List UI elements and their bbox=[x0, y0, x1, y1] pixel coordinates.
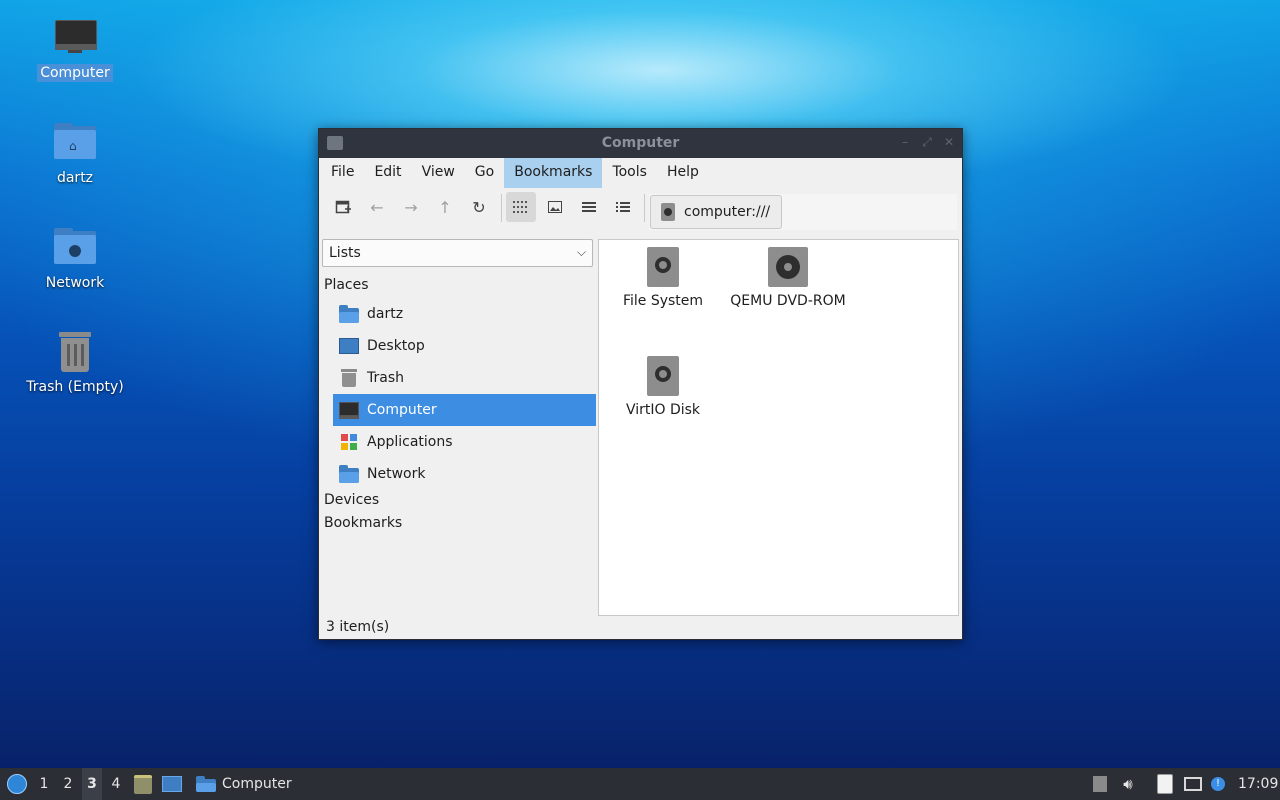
sidebar-item-applications[interactable]: Applications bbox=[333, 426, 596, 458]
update-notifier-icon[interactable]: ! bbox=[1208, 768, 1228, 800]
desktop-icon-trash[interactable]: Trash (Empty) bbox=[15, 332, 135, 396]
sidebar-item-network[interactable]: Network bbox=[333, 458, 596, 490]
dvd-icon bbox=[768, 247, 808, 287]
chevron-down-icon: ⌵ bbox=[576, 245, 586, 259]
up-arrow-icon[interactable]: ↑ bbox=[430, 192, 460, 222]
home-folder-icon bbox=[339, 305, 359, 323]
close-icon[interactable]: ✕ bbox=[942, 135, 956, 149]
menu-edit[interactable]: Edit bbox=[364, 158, 411, 188]
sidebar-item-label: dartz bbox=[367, 306, 404, 322]
location-button[interactable]: computer:/// bbox=[650, 195, 782, 229]
harddisk-icon bbox=[661, 203, 675, 221]
harddisk-icon bbox=[647, 356, 679, 396]
desktop-icon-network[interactable]: Network bbox=[15, 228, 135, 292]
sidebar-item-label: Desktop bbox=[367, 338, 425, 354]
eject-icon[interactable] bbox=[1090, 768, 1110, 800]
task-button-computer[interactable]: Computer bbox=[192, 768, 296, 800]
sidebar-item-label: Network bbox=[367, 466, 426, 482]
compact-view-icon[interactable] bbox=[574, 192, 604, 222]
thumbnail-view-icon[interactable] bbox=[540, 192, 570, 222]
workspace-4[interactable]: 4 bbox=[106, 768, 126, 800]
network-status-icon[interactable] bbox=[1182, 768, 1204, 800]
clipboard-icon[interactable] bbox=[1155, 768, 1175, 800]
app-menu-icon[interactable] bbox=[6, 768, 28, 800]
bookmarks-heading[interactable]: Bookmarks bbox=[324, 515, 402, 531]
network-folder-icon bbox=[54, 228, 96, 264]
sidebar-item-dartz[interactable]: dartz bbox=[333, 298, 596, 330]
toolbar-separator bbox=[644, 194, 645, 222]
network-folder-icon bbox=[339, 465, 359, 483]
desktop-icon-label: Network bbox=[45, 275, 105, 291]
file-item-qemu-dvd-rom[interactable]: QEMU DVD-ROM bbox=[723, 247, 853, 309]
desktop-icon-dartz[interactable]: ⌂ dartz bbox=[15, 123, 135, 187]
minimize-icon[interactable]: – bbox=[898, 135, 912, 149]
toolbar-separator bbox=[501, 194, 502, 222]
sidebar-item-label: Computer bbox=[367, 402, 437, 418]
desktop-icon-label: Computer bbox=[37, 64, 113, 82]
file-manager-window: Computer – ⤢ ✕ File Edit View Go Bookmar… bbox=[318, 128, 963, 640]
menu-bar: File Edit View Go Bookmarks Tools Help bbox=[319, 158, 962, 188]
reload-icon[interactable]: ↻ bbox=[464, 192, 494, 222]
file-view[interactable]: File System QEMU DVD-ROM VirtIO Disk bbox=[598, 239, 959, 616]
sidebar-item-label: Trash bbox=[367, 370, 404, 386]
folder-icon bbox=[196, 776, 216, 792]
volume-icon[interactable]: 🔊︎ bbox=[1118, 768, 1138, 800]
file-item-label: VirtIO Disk bbox=[625, 402, 701, 418]
menu-bookmarks[interactable]: Bookmarks bbox=[504, 158, 603, 188]
computer-icon bbox=[54, 18, 97, 60]
sidebar: Lists ⌵ Places dartz Desktop Trash Compu… bbox=[321, 239, 596, 617]
workspace-2[interactable]: 2 bbox=[58, 768, 78, 800]
desktop-icon bbox=[339, 337, 359, 355]
sidebar-item-trash[interactable]: Trash bbox=[333, 362, 596, 394]
sidebar-item-computer[interactable]: Computer bbox=[333, 394, 596, 426]
file-item-file-system[interactable]: File System bbox=[615, 247, 711, 309]
clock[interactable]: 17:09 bbox=[1238, 768, 1278, 800]
sidebar-mode-select[interactable]: Lists ⌵ bbox=[322, 239, 593, 267]
menu-file[interactable]: File bbox=[321, 158, 364, 188]
desktop-icon-label: Trash (Empty) bbox=[26, 379, 124, 395]
menu-view[interactable]: View bbox=[412, 158, 465, 188]
file-manager-launcher-icon[interactable] bbox=[134, 768, 154, 800]
workspace-3[interactable]: 3 bbox=[82, 768, 102, 800]
trash-icon bbox=[339, 369, 359, 387]
file-item-label: QEMU DVD-ROM bbox=[730, 293, 846, 309]
forward-arrow-icon[interactable]: → bbox=[396, 192, 426, 222]
window-title: Computer bbox=[601, 135, 680, 151]
desktop-icon-label: dartz bbox=[56, 170, 94, 186]
file-item-label: File System bbox=[622, 293, 704, 309]
workspace-1[interactable]: 1 bbox=[34, 768, 54, 800]
file-item-virtio-disk[interactable]: VirtIO Disk bbox=[615, 356, 711, 418]
harddisk-icon bbox=[647, 247, 679, 287]
detailed-list-view-icon[interactable] bbox=[608, 192, 638, 222]
devices-heading[interactable]: Devices bbox=[324, 492, 379, 508]
back-arrow-icon[interactable]: ← bbox=[362, 192, 392, 222]
maximize-icon[interactable]: ⤢ bbox=[920, 135, 934, 149]
home-folder-icon: ⌂ bbox=[54, 123, 96, 159]
new-tab-icon[interactable] bbox=[328, 192, 358, 222]
task-button-label: Computer bbox=[222, 776, 292, 792]
applications-icon bbox=[339, 433, 359, 451]
taskbar: 1 2 3 4 Computer 🔊︎ ! 17:09 bbox=[0, 768, 1280, 800]
trash-icon bbox=[54, 332, 96, 374]
computer-icon bbox=[339, 401, 359, 419]
menu-go[interactable]: Go bbox=[465, 158, 504, 188]
menu-help[interactable]: Help bbox=[657, 158, 709, 188]
desktop-icon-computer[interactable]: Computer bbox=[15, 18, 135, 82]
icon-view-icon[interactable] bbox=[506, 192, 536, 222]
sidebar-item-label: Applications bbox=[367, 434, 453, 450]
places-heading[interactable]: Places bbox=[324, 277, 369, 293]
sidebar-mode-value: Lists bbox=[329, 245, 361, 261]
location-path: computer:/// bbox=[684, 204, 771, 220]
sidebar-item-desktop[interactable]: Desktop bbox=[333, 330, 596, 362]
show-desktop-icon[interactable] bbox=[162, 768, 184, 800]
status-bar: 3 item(s) bbox=[326, 619, 390, 635]
menu-tools[interactable]: Tools bbox=[602, 158, 657, 188]
title-bar[interactable]: Computer – ⤢ ✕ bbox=[319, 129, 962, 158]
